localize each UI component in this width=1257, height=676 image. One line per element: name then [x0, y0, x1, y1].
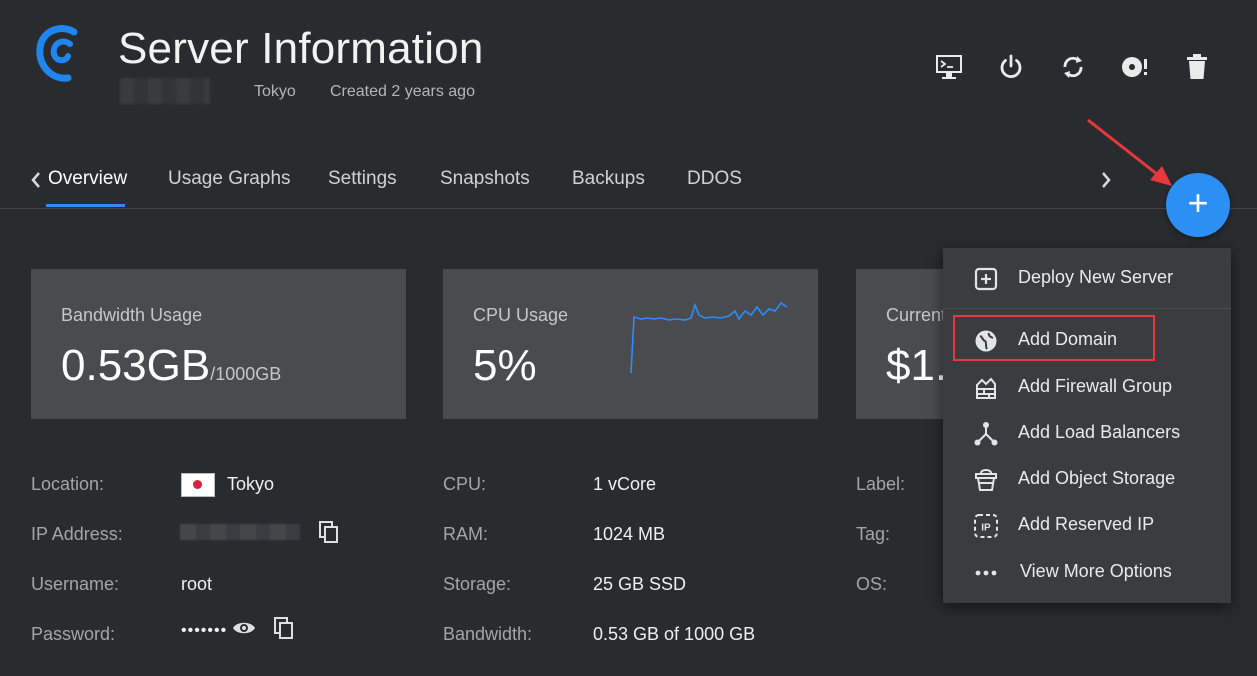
header-created: Created 2 years ago [330, 83, 475, 100]
bandwidth-usage-amount: 0.53GB [61, 341, 211, 390]
firewall-icon [976, 377, 996, 399]
bandwidth-value: 0.53 GB of 1000 GB [593, 624, 756, 644]
bandwidth-usage-value: 0.53GB/1000GB [61, 341, 281, 391]
password-value: ••••••• [181, 622, 228, 639]
menu-item-add-object-storage[interactable]: Add Object Storage [943, 457, 1231, 501]
trash-icon [1187, 54, 1207, 79]
menu-item-add-load-balancers[interactable]: Add Load Balancers [943, 411, 1231, 455]
menu-item-label: Add Reserved IP [1018, 514, 1155, 534]
console-button[interactable] [928, 50, 970, 84]
current-charges-label: Current [886, 305, 947, 325]
plus-square-icon [974, 267, 998, 291]
menu-item-add-reserved-ip[interactable]: IP Add Reserved IP [943, 503, 1231, 547]
restart-button[interactable] [1052, 50, 1094, 84]
cpu-usage-card: CPU Usage 5% [443, 269, 818, 419]
reserved-ip-icon-text: IP [981, 523, 991, 534]
tag-label: Tag: [856, 524, 891, 544]
debian-logo-icon [36, 25, 78, 82]
copy-password-icon[interactable] [273, 616, 295, 640]
menu-item-label: Deploy New Server [1018, 267, 1174, 287]
menu-divider [943, 308, 1231, 309]
header-location: Tokyo [254, 83, 296, 100]
storage-label: Storage: [443, 574, 512, 594]
japan-flag-icon [181, 473, 215, 497]
menu-item-label: Add Object Storage [1018, 468, 1176, 488]
server-action-toolbar [928, 50, 1238, 84]
delete-button[interactable] [1176, 50, 1218, 84]
bandwidth-usage-limit: /1000GB [210, 364, 282, 384]
tab-overview[interactable]: Overview [48, 168, 127, 190]
bandwidth-usage-card: Bandwidth Usage 0.53GB/1000GB [31, 269, 406, 419]
add-resource-menu: Deploy New Server Add Domain Add Firewal… [943, 248, 1231, 603]
tab-usage-graphs[interactable]: Usage Graphs [168, 168, 291, 190]
show-password-eye-icon[interactable] [232, 619, 256, 637]
console-icon [936, 55, 962, 79]
menu-item-label: Add Domain [1018, 329, 1118, 349]
username-label: Username: [31, 574, 120, 594]
more-dots-icon [975, 570, 997, 576]
ip-address-redacted [180, 524, 300, 540]
storage-value: 25 GB SSD [593, 574, 687, 594]
chevron-left-icon[interactable] [28, 170, 44, 190]
annotation-arrow-icon [1087, 118, 1172, 186]
ram-label: RAM: [443, 524, 488, 544]
bandwidth-usage-label: Bandwidth Usage [61, 305, 203, 325]
tab-settings[interactable]: Settings [328, 168, 397, 190]
location-value: Tokyo [227, 474, 275, 494]
menu-item-label: Add Firewall Group [1018, 376, 1173, 396]
reinstall-button[interactable] [1114, 50, 1156, 84]
menu-item-deploy-new-server[interactable]: Deploy New Server [943, 256, 1231, 300]
menu-item-label: Add Load Balancers [1018, 422, 1181, 442]
active-tab-indicator [46, 204, 125, 207]
power-icon [1000, 54, 1022, 79]
ram-value: 1024 MB [593, 524, 666, 544]
current-charges-value: $1. [886, 341, 948, 390]
reinstall-icon [1122, 57, 1147, 77]
cpu-label: CPU: [443, 474, 487, 494]
bucket-icon [975, 469, 997, 491]
menu-item-add-domain[interactable]: Add Domain [943, 318, 1231, 362]
hostname-redacted [120, 78, 210, 104]
bandwidth-label: Bandwidth: [443, 624, 533, 644]
page-title: Server Information [118, 24, 484, 73]
copy-ip-icon[interactable] [318, 520, 340, 544]
cpu-usage-value: 5% [473, 341, 537, 390]
cpu-usage-label: CPU Usage [473, 305, 569, 325]
reserved-ip-icon: IP [974, 514, 998, 538]
location-label: Location: [31, 474, 105, 494]
load-balancer-icon [974, 422, 998, 446]
menu-item-add-firewall-group[interactable]: Add Firewall Group [943, 365, 1231, 409]
tab-bar: Overview Usage Graphs Settings Snapshots… [0, 160, 1257, 209]
restart-icon [1063, 56, 1083, 78]
password-label: Password: [31, 624, 116, 644]
cpu-usage-sparkline [630, 301, 788, 374]
ip-address-label: IP Address: [31, 524, 123, 544]
tab-snapshots[interactable]: Snapshots [440, 168, 530, 190]
username-value: root [181, 574, 213, 594]
tab-ddos[interactable]: DDOS [687, 168, 742, 190]
menu-item-label: View More Options [1020, 561, 1172, 581]
menu-item-view-more-options[interactable]: View More Options [943, 550, 1231, 594]
power-button[interactable] [990, 50, 1032, 84]
globe-icon [975, 330, 997, 352]
cpu-value: 1 vCore [593, 474, 657, 494]
tab-backups[interactable]: Backups [572, 168, 645, 190]
server-information-page: Server Information Tokyo Created 2 years… [0, 0, 1257, 676]
server-label-label: Label: [856, 474, 906, 494]
os-label: OS: [856, 574, 888, 594]
